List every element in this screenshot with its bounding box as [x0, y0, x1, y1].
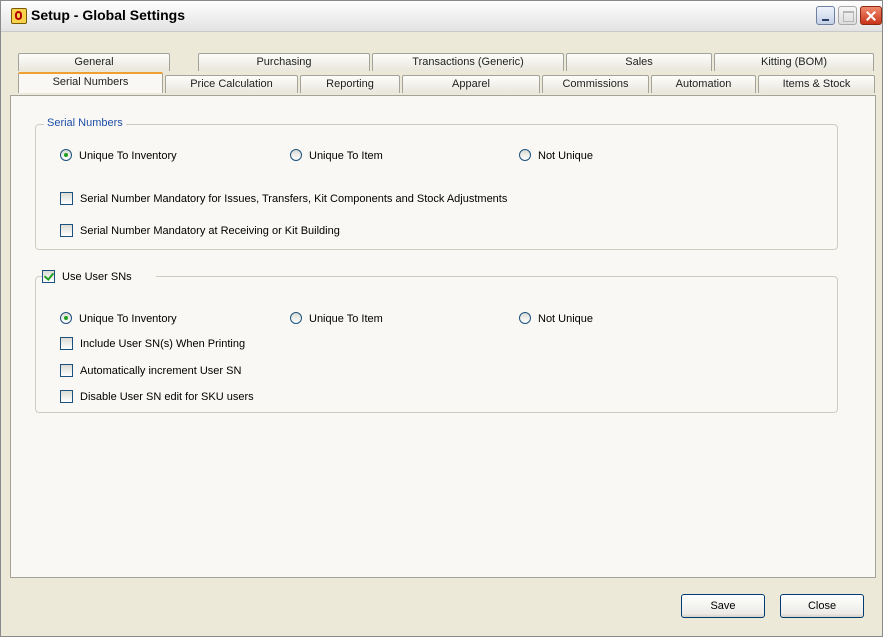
- radio-label: Unique To Item: [309, 313, 383, 325]
- radio-unique-to-inventory[interactable]: Unique To Inventory: [60, 148, 240, 164]
- window-title: Setup - Global Settings: [31, 7, 186, 23]
- tab-purchasing[interactable]: Purchasing: [198, 53, 370, 71]
- radio-selected-icon: [60, 149, 72, 161]
- checkbox-unchecked-icon: [60, 224, 73, 237]
- serial-numbers-group-title: Serial Numbers: [44, 117, 126, 129]
- tab-commissions[interactable]: Commissions: [542, 75, 649, 93]
- checkbox-label: Serial Number Mandatory at Receiving or …: [80, 225, 340, 237]
- checkbox-auto-increment-user-sn[interactable]: Automatically increment User SN: [60, 363, 320, 379]
- checkbox-label: Include User SN(s) When Printing: [80, 338, 246, 350]
- checkbox-label: Use User SNs: [62, 271, 132, 283]
- serial-numbers-group: Serial Numbers Unique To Inventory Uniqu…: [35, 117, 838, 250]
- radio-user-unique-to-inventory[interactable]: Unique To Inventory: [60, 311, 240, 327]
- tab-transactions-generic[interactable]: Transactions (Generic): [372, 53, 564, 71]
- tab-general[interactable]: General: [18, 53, 170, 71]
- radio-label: Unique To Inventory: [79, 150, 177, 162]
- checkbox-mandatory-issues-transfers[interactable]: Serial Number Mandatory for Issues, Tran…: [60, 191, 620, 207]
- setup-window: Setup - Global Settings General Purchasi…: [0, 0, 883, 637]
- user-sns-group: Use User SNs Unique To Inventory Unique …: [35, 269, 838, 413]
- checkbox-include-user-sn-printing[interactable]: Include User SN(s) When Printing: [60, 336, 320, 352]
- radio-unselected-icon: [519, 312, 531, 324]
- radio-unselected-icon: [290, 312, 302, 324]
- checkbox-mandatory-receiving[interactable]: Serial Number Mandatory at Receiving or …: [60, 223, 460, 239]
- checkbox-unchecked-icon: [60, 192, 73, 205]
- radio-unselected-icon: [290, 149, 302, 161]
- minimize-icon[interactable]: [816, 6, 835, 25]
- checkbox-label: Disable User SN edit for SKU users: [80, 391, 254, 403]
- checkbox-unchecked-icon: [60, 390, 73, 403]
- radio-user-unique-to-item[interactable]: Unique To Item: [290, 311, 430, 327]
- radio-unique-to-item[interactable]: Unique To Item: [290, 148, 430, 164]
- checkbox-disable-user-sn-edit[interactable]: Disable User SN edit for SKU users: [60, 389, 320, 405]
- radio-user-not-unique[interactable]: Not Unique: [519, 311, 639, 327]
- app-icon: [11, 8, 27, 24]
- radio-selected-icon: [60, 312, 72, 324]
- checkbox-unchecked-icon: [60, 337, 73, 350]
- close-icon[interactable]: [860, 6, 882, 25]
- radio-label: Unique To Item: [309, 150, 383, 162]
- tab-apparel[interactable]: Apparel: [402, 75, 540, 93]
- close-button[interactable]: Close: [780, 594, 864, 618]
- radio-label: Not Unique: [538, 313, 594, 325]
- tab-sales[interactable]: Sales: [566, 53, 712, 71]
- radio-not-unique[interactable]: Not Unique: [519, 148, 639, 164]
- checkbox-unchecked-icon: [60, 364, 73, 377]
- title-bar[interactable]: Setup - Global Settings: [1, 1, 882, 32]
- radio-label: Not Unique: [538, 150, 594, 162]
- tab-reporting[interactable]: Reporting: [300, 75, 400, 93]
- tab-serial-numbers[interactable]: Serial Numbers: [18, 72, 163, 93]
- checkbox-label: Serial Number Mandatory for Issues, Tran…: [80, 193, 508, 205]
- save-button[interactable]: Save: [681, 594, 765, 618]
- checkbox-use-user-sns[interactable]: Use User SNs: [42, 269, 156, 285]
- radio-unselected-icon: [519, 149, 531, 161]
- tab-kitting-bom[interactable]: Kitting (BOM): [714, 53, 874, 71]
- maximize-icon[interactable]: [838, 6, 857, 25]
- checkbox-label: Automatically increment User SN: [80, 365, 242, 377]
- serial-numbers-panel: Serial Numbers Unique To Inventory Uniqu…: [10, 95, 876, 578]
- tab-price-calculation[interactable]: Price Calculation: [165, 75, 298, 93]
- checkbox-checked-icon: [42, 270, 55, 283]
- radio-label: Unique To Inventory: [79, 313, 177, 325]
- tab-automation[interactable]: Automation: [651, 75, 756, 93]
- tab-items-stock[interactable]: Items & Stock: [758, 75, 875, 93]
